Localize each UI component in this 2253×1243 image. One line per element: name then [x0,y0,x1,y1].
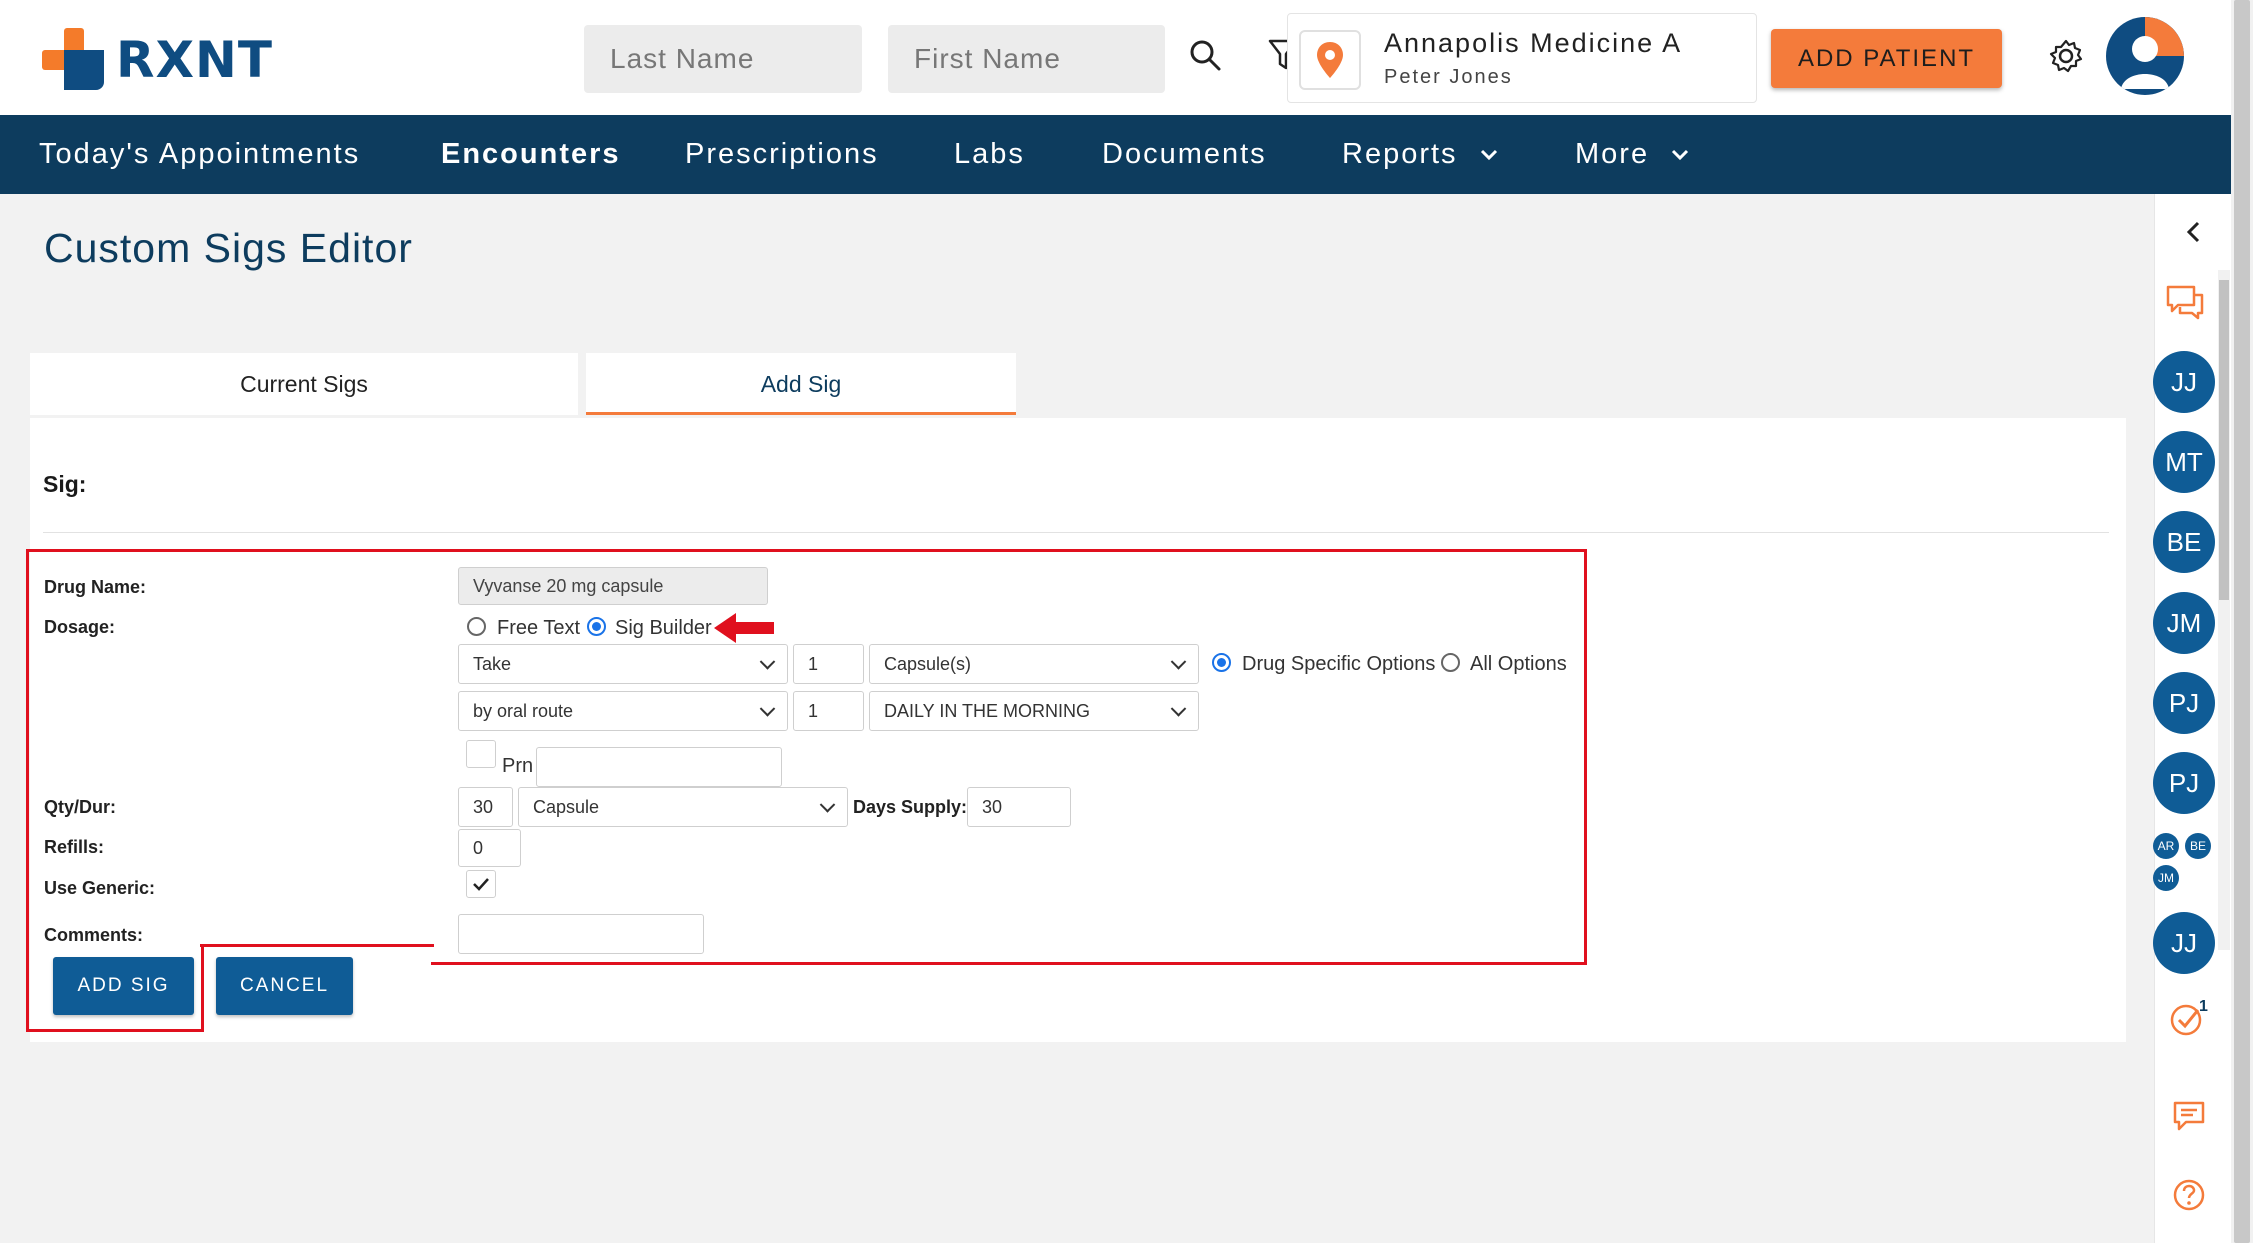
chevron-left-icon[interactable] [2183,220,2205,244]
use-generic-checkbox[interactable] [466,870,496,898]
all-options-label: All Options [1470,653,1567,675]
divider [43,532,2109,533]
free-text-radio[interactable] [467,617,486,636]
free-text-radio-label: Free Text [497,617,580,639]
action-select[interactable]: Take [458,644,788,684]
search-icon[interactable] [1188,38,1222,72]
days-supply-label: Days Supply: [853,797,968,817]
dosage-label: Dosage: [44,617,116,637]
tab-current-sigs[interactable]: Current Sigs [30,353,578,415]
nav-prescriptions[interactable]: Prescriptions [685,115,879,194]
logo-text: RXNT [116,31,274,89]
prn-text-input[interactable] [536,747,782,787]
drug-specific-options-radio[interactable] [1212,653,1231,672]
location-selector[interactable]: Annapolis Medicine A Peter Jones [1287,13,1757,103]
chevron-down-icon [1480,150,1497,161]
frequency-select[interactable]: DAILY IN THE MORNING [869,691,1199,731]
logo-cross-icon [42,28,104,90]
group-user-bubble[interactable]: AR [2153,833,2179,859]
group-user-bubble[interactable]: BE [2185,833,2211,859]
rxnt-logo[interactable]: RXNT [42,28,282,90]
sidebar-scroll-thumb[interactable] [2219,280,2229,600]
nav-reports[interactable]: Reports [1342,115,1498,194]
user-bubble[interactable]: PJ [2153,672,2215,734]
quantity-unit-select[interactable]: Capsule [518,787,848,827]
dose-quantity-input[interactable]: 1 [793,644,864,684]
drug-specific-options-label: Drug Specific Options [1242,653,1436,675]
all-options-radio[interactable] [1441,653,1460,672]
user-bubble[interactable]: JJ [2153,351,2215,413]
dose-unit-select[interactable]: Capsule(s) [869,644,1199,684]
route-select[interactable]: by oral route [458,691,788,731]
map-pin-icon [1299,30,1361,90]
nav-todays-appointments[interactable]: Today's Appointments [39,115,360,194]
first-name-input[interactable] [888,25,1165,93]
comments-input[interactable] [458,914,704,954]
add-sig-button[interactable]: ADD SIG [53,957,194,1015]
chevron-down-icon [1672,150,1689,161]
add-patient-button[interactable]: ADD PATIENT [1771,29,2002,88]
refills-label: Refills: [44,837,105,857]
nav-labs[interactable]: Labs [954,115,1025,194]
chat-bubbles-icon[interactable] [2164,283,2206,323]
sig-builder-radio-label: Sig Builder [615,617,712,639]
location-user: Peter Jones [1384,66,1513,88]
location-name: Annapolis Medicine A [1384,28,1683,58]
user-bubble[interactable]: JJ [2153,912,2215,974]
tasks-badge: 1 [2199,998,2208,1015]
days-supply-input[interactable]: 30 [967,787,1071,827]
user-avatar[interactable] [2106,17,2184,95]
page-scroll-thumb[interactable] [2234,0,2250,1243]
user-bubble[interactable]: BE [2153,511,2215,573]
main-nav: Today's Appointments Encounters Prescrip… [0,115,2231,194]
comments-label: Comments: [44,925,144,945]
drug-name-field: Vyvanse 20 mg capsule [458,567,768,605]
sig-builder-radio[interactable] [587,617,606,636]
frequency-quantity-input[interactable]: 1 [793,691,864,731]
user-bubble[interactable]: PJ [2153,752,2215,814]
message-icon[interactable] [2172,1100,2206,1132]
quantity-input[interactable]: 30 [458,787,513,827]
gear-icon[interactable] [2048,38,2084,74]
tab-add-sig[interactable]: Add Sig [586,353,1016,415]
user-bubble[interactable]: JM [2153,592,2215,654]
help-icon[interactable] [2172,1178,2206,1212]
prn-checkbox[interactable] [466,740,496,768]
nav-documents[interactable]: Documents [1102,115,1267,194]
qty-dur-label: Qty/Dur: [44,797,116,817]
top-header: RXNT Annapolis Medicine A Peter Jones AD… [0,0,2231,115]
last-name-input[interactable] [584,25,862,93]
red-arrow-icon [714,613,774,643]
sig-heading: Sig: [43,471,87,497]
nav-encounters[interactable]: Encounters [441,115,621,194]
checkmark-icon [473,878,489,891]
nav-more[interactable]: More [1575,115,1689,194]
page-title: Custom Sigs Editor [44,225,413,271]
annotation-highlight-form [26,549,1587,965]
user-bubble[interactable]: MT [2153,431,2215,493]
group-user-bubble[interactable]: JM [2153,865,2179,891]
cancel-button[interactable]: CANCEL [216,957,353,1015]
annotation-highlight-connector [200,944,434,947]
use-generic-label: Use Generic: [44,878,156,898]
refills-input[interactable]: 0 [458,829,521,867]
prn-label: Prn [502,755,534,777]
drug-name-label: Drug Name: [44,577,147,597]
